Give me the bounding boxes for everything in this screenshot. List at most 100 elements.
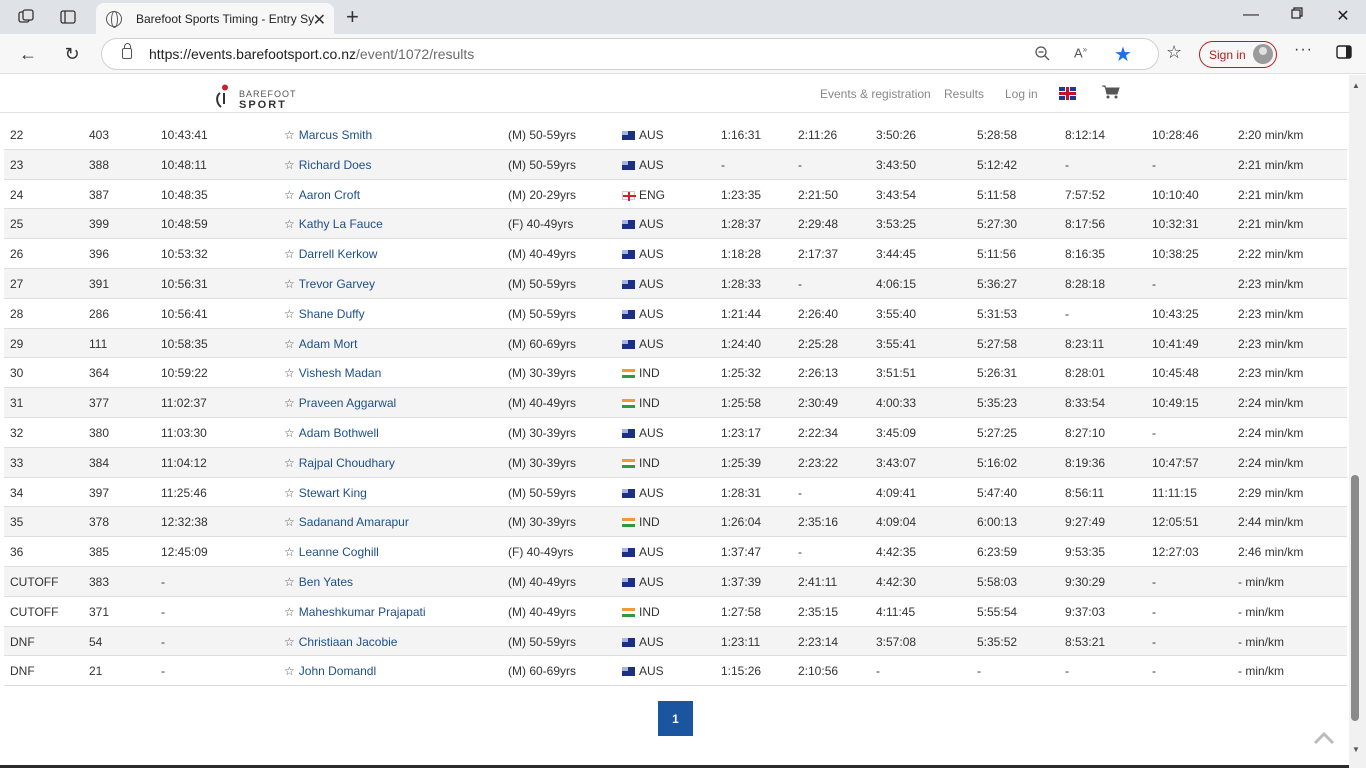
athlete-name-link[interactable]: ☆ Aaron Croft — [284, 188, 360, 202]
athlete-name-link-text[interactable]: Praveen Aggarwal — [299, 396, 396, 410]
favorite-star-icon[interactable]: ☆ — [284, 128, 295, 142]
athlete-name-link[interactable]: ☆ Kathy La Fauce — [284, 217, 383, 231]
athlete-name-link-text[interactable]: Vishesh Madan — [299, 366, 382, 380]
athlete-name-link-text[interactable]: Ben Yates — [299, 575, 353, 589]
favorite-star-icon[interactable]: ☆ — [284, 545, 295, 559]
athlete-name-link[interactable]: ☆ Rajpal Choudhary — [284, 456, 395, 470]
favorite-star-icon[interactable]: ☆ — [284, 337, 295, 351]
athlete-name-link[interactable]: ☆ Shane Duffy — [284, 307, 365, 321]
workspaces-icon[interactable] — [15, 7, 37, 27]
nav-events-registration[interactable]: Events & registration — [820, 87, 931, 101]
athlete-name-link-text[interactable]: Shane Duffy — [299, 307, 365, 321]
more-menu-icon[interactable]: ··· — [1294, 41, 1313, 59]
athlete-name-link[interactable]: ☆ Sadanand Amarapur — [284, 515, 409, 529]
time-cell-text: - — [161, 634, 165, 649]
barefoot-sport-logo[interactable]: BAREFOOT SPORT — [215, 80, 305, 112]
athlete-name-link-text[interactable]: Marcus Smith — [299, 128, 372, 142]
athlete-name-link[interactable]: ☆ Stewart King — [284, 486, 367, 500]
favorite-star-icon[interactable]: ☆ — [284, 307, 295, 321]
favorite-star-icon[interactable]: ☆ — [284, 426, 295, 440]
sign-in-button[interactable]: Sign in — [1199, 41, 1277, 68]
read-aloud-icon[interactable]: A» — [1074, 45, 1087, 60]
athlete-name-link[interactable]: ☆ Leanne Coghill — [284, 545, 379, 559]
split-6-cell: 11:11:15 — [1152, 486, 1197, 500]
split-6-cell-text: 10:47:57 — [1152, 455, 1199, 470]
athlete-name-link[interactable]: ☆ Trevor Garvey — [284, 277, 375, 291]
athlete-name-link-text[interactable]: Kathy La Fauce — [299, 217, 383, 231]
athlete-name-link[interactable]: ☆ John Domandl — [284, 664, 376, 678]
athlete-name-link-text[interactable]: Adam Bothwell — [299, 426, 379, 440]
split-5-cell: 9:37:03 — [1065, 605, 1105, 619]
athlete-name-link-text[interactable]: Richard Does — [299, 158, 372, 172]
athlete-name-link-text[interactable]: Stewart King — [299, 486, 367, 500]
athlete-name-link[interactable]: ☆ Praveen Aggarwal — [284, 396, 396, 410]
favorite-star-icon[interactable]: ☆ — [284, 605, 295, 619]
new-tab-icon[interactable]: + — [346, 4, 359, 30]
lock-icon[interactable] — [122, 43, 132, 59]
athlete-name-link-text[interactable]: Rajpal Choudhary — [299, 456, 395, 470]
favorite-star-icon[interactable]: ☆ — [284, 486, 295, 500]
athlete-name-link-text[interactable]: Christiaan Jacobie — [299, 635, 398, 649]
athlete-name-link-text[interactable]: Sadanand Amarapur — [299, 515, 409, 529]
athlete-name-link-text[interactable]: Maheshkumar Prajapati — [299, 605, 426, 619]
split-4-cell-text: 5:58:03 — [977, 574, 1018, 589]
sidebar-toggle-icon[interactable] — [1336, 45, 1352, 64]
url-text[interactable]: https://events.barefootsport.co.nz/event… — [149, 46, 474, 62]
favorite-star-icon[interactable]: ☆ — [284, 188, 295, 202]
athlete-name-link[interactable]: ☆ Marcus Smith — [284, 128, 372, 142]
close-tab-icon[interactable]: ✕ — [313, 10, 326, 30]
split-2-cell: 2:17:37 — [798, 247, 838, 261]
tab-actions-icon[interactable] — [57, 7, 79, 27]
athlete-name-link-text[interactable]: Darrell Kerkow — [299, 247, 378, 261]
favorite-star-icon[interactable]: ☆ — [284, 515, 295, 529]
address-bar[interactable]: https://events.barefootsport.co.nz/event… — [101, 38, 1159, 70]
split-6-cell: - — [1152, 277, 1156, 291]
shopping-cart-icon[interactable] — [1102, 85, 1120, 99]
favorite-star-icon[interactable]: ☆ — [284, 247, 295, 261]
favorite-star-icon[interactable]: ☆ — [284, 366, 295, 380]
page-scrollbar[interactable]: ▲ ▼ — [1349, 75, 1366, 768]
athlete-name-link-text[interactable]: Aaron Croft — [299, 188, 360, 202]
back-arrow-icon[interactable]: ← — [17, 43, 39, 65]
split-4-cell-text: 5:26:31 — [977, 366, 1018, 381]
split-5-cell: - — [1065, 664, 1069, 678]
scroll-to-top-icon[interactable] — [1313, 731, 1335, 745]
favorite-star-icon[interactable]: ★ — [1114, 42, 1132, 67]
athlete-name-link[interactable]: ☆ Christiaan Jacobie — [284, 635, 397, 649]
refresh-icon[interactable]: ↻ — [61, 43, 83, 65]
minimize-icon[interactable]: — — [1236, 6, 1266, 24]
favorite-star-icon[interactable]: ☆ — [284, 635, 295, 649]
favorite-star-icon[interactable]: ☆ — [284, 664, 295, 678]
athlete-name-link-text[interactable]: Trevor Garvey — [299, 277, 375, 291]
favorite-star-icon[interactable]: ☆ — [284, 396, 295, 410]
pagination-page-1[interactable]: 1 — [658, 701, 693, 736]
athlete-name-link-text[interactable]: John Domandl — [299, 664, 376, 678]
nav-results[interactable]: Results — [944, 87, 984, 101]
athlete-name-link[interactable]: ☆ Adam Mort — [284, 337, 357, 351]
zoom-out-icon[interactable] — [1034, 45, 1050, 65]
favorite-star-icon[interactable]: ☆ — [284, 575, 295, 589]
athlete-name-link[interactable]: ☆ Vishesh Madan — [284, 366, 381, 380]
favorite-star-icon[interactable]: ☆ — [284, 217, 295, 231]
athlete-name-link[interactable]: ☆ Richard Does — [284, 158, 371, 172]
favorite-star-icon[interactable]: ☆ — [284, 277, 295, 291]
scroll-down-icon[interactable]: ▼ — [1352, 745, 1360, 754]
uk-flag-icon[interactable] — [1059, 87, 1076, 100]
close-window-icon[interactable]: ✕ — [1328, 6, 1358, 26]
athlete-name-link[interactable]: ☆ Ben Yates — [284, 575, 353, 589]
split-3-cell-text: 4:09:04 — [876, 515, 917, 530]
favorite-star-icon[interactable]: ☆ — [284, 456, 295, 470]
country-cell: AUS — [622, 277, 664, 291]
scroll-up-icon[interactable]: ▲ — [1352, 81, 1360, 90]
athlete-name-link-text[interactable]: Adam Mort — [299, 337, 358, 351]
favorites-icon[interactable]: ☆ — [1166, 42, 1182, 63]
athlete-name-link[interactable]: ☆ Maheshkumar Prajapati — [284, 605, 426, 619]
athlete-name-link[interactable]: ☆ Adam Bothwell — [284, 426, 379, 440]
scrollbar-thumb[interactable] — [1351, 475, 1359, 721]
athlete-name-link-text[interactable]: Leanne Coghill — [299, 545, 379, 559]
nav-log-in[interactable]: Log in — [1005, 87, 1038, 101]
athlete-name-link[interactable]: ☆ Darrell Kerkow — [284, 247, 377, 261]
browser-tab-active[interactable]: Barefoot Sports Timing - Entry Sy ✕ — [96, 3, 334, 34]
favorite-star-icon[interactable]: ☆ — [284, 158, 295, 172]
maximize-icon[interactable] — [1282, 6, 1312, 24]
